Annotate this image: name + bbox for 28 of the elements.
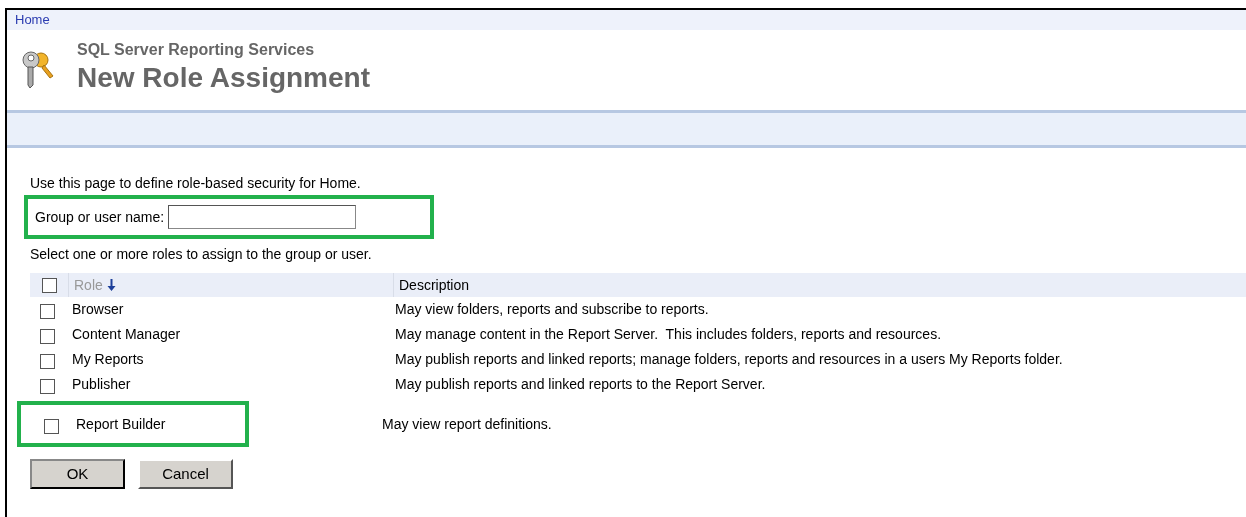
select-all-checkbox[interactable] xyxy=(41,277,57,293)
ok-button[interactable]: OK xyxy=(30,459,125,489)
sort-down-arrow-icon xyxy=(106,279,116,291)
product-name: SQL Server Reporting Services xyxy=(77,40,316,60)
role-description: May publish reports and linked reports; manage folders, reports and resources in a users My Reports folder. xyxy=(395,350,1063,369)
role-checkbox[interactable] xyxy=(39,304,55,319)
role-name: Content Manager xyxy=(72,325,181,344)
role-description: May view folders, reports and subscribe to reports. xyxy=(395,300,709,319)
role-name: Publisher xyxy=(72,375,131,394)
keys-icon xyxy=(19,48,55,90)
cancel-button[interactable]: Cancel xyxy=(138,459,233,489)
column-header[interactable]: Description xyxy=(393,273,470,297)
user-name-field[interactable] xyxy=(168,205,357,229)
page-title: New Role Assignment xyxy=(77,61,370,95)
role-name: Report Builder xyxy=(76,414,166,434)
role-checkbox[interactable] xyxy=(43,418,59,434)
role-checkbox[interactable] xyxy=(39,329,55,344)
role-name: My Reports xyxy=(72,350,144,369)
role-description: May publish reports and linked reports to the Report Server. xyxy=(395,375,766,394)
role-checkbox[interactable] xyxy=(39,354,55,369)
intro-text: Use this page to define role-based security for Home. xyxy=(30,174,362,192)
role-description: May manage content in the Report Server. This includes folders, reports and resources. xyxy=(395,325,942,344)
role-checkbox[interactable] xyxy=(39,379,55,394)
role-description: May view report definitions. xyxy=(382,414,552,434)
role-name: Browser xyxy=(72,300,124,319)
field-label: Group or user name: xyxy=(35,207,165,227)
home-link[interactable]: Home xyxy=(15,10,50,30)
instruction-text: Select one or more roles to assign to the group or user. xyxy=(30,245,373,263)
